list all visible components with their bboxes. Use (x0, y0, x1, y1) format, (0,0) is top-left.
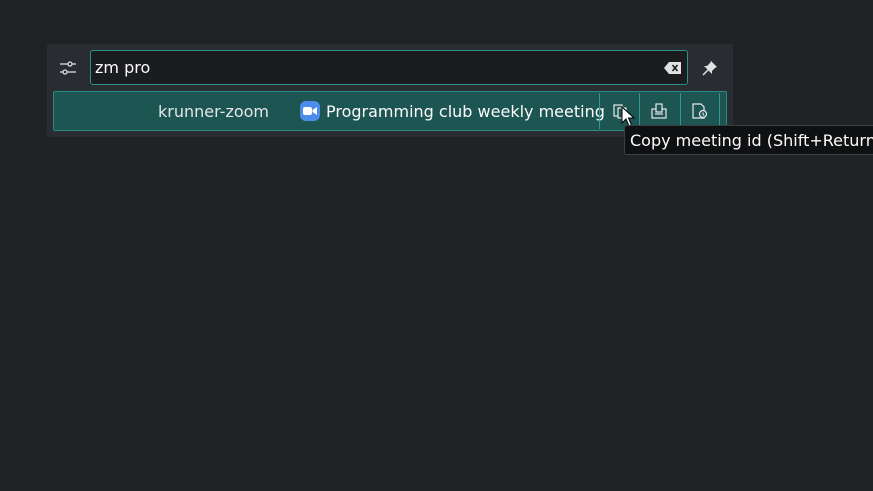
clear-text-icon (664, 62, 681, 74)
sliders-icon (60, 61, 76, 75)
runner-name: krunner-zoom (158, 102, 269, 121)
zoom-video-icon (300, 101, 320, 121)
search-input[interactable] (95, 51, 655, 84)
copy-link-button[interactable] (639, 93, 679, 129)
config-button[interactable] (53, 53, 83, 83)
pin-button[interactable] (695, 53, 725, 83)
pin-icon (702, 61, 717, 76)
search-field[interactable] (90, 50, 688, 85)
result-title: Programming club weekly meeting (326, 102, 605, 121)
copy-link-icon (650, 103, 667, 119)
clear-button[interactable] (662, 57, 684, 79)
open-meeting-button[interactable] (680, 93, 720, 129)
tooltip: Copy meeting id (Shift+Return) (624, 125, 873, 155)
open-meeting-icon (692, 103, 708, 119)
